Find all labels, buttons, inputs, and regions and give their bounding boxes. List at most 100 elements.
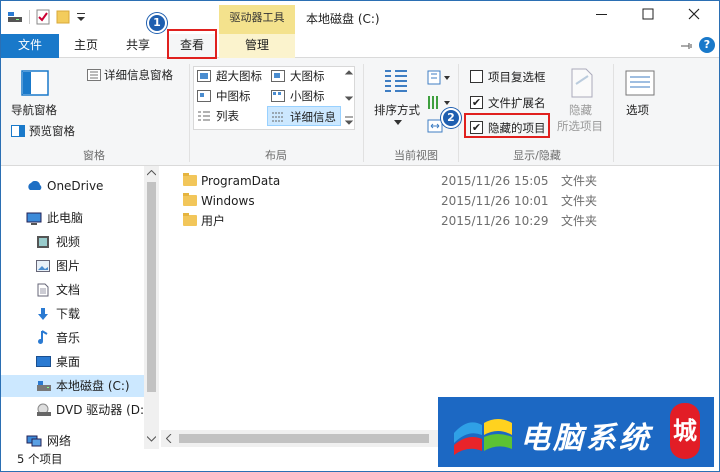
- nav-label: DVD 驱动器 (D:: [56, 403, 145, 417]
- extra-large-icons-label: 超大图标: [216, 69, 262, 83]
- nav-item-downloads[interactable]: 下载: [1, 303, 144, 325]
- nav-item-local-disk-c[interactable]: 本地磁盘 (C:): [1, 375, 144, 397]
- item-checkboxes-label: 项目复选框: [488, 70, 546, 84]
- new-folder-icon[interactable]: [56, 10, 70, 24]
- nav-item-videos[interactable]: 视频: [1, 231, 144, 253]
- file-extensions-checkbox[interactable]: ✔: [470, 96, 483, 109]
- tab-manage[interactable]: 管理: [219, 34, 295, 58]
- nav-label: 图片: [56, 259, 81, 273]
- file-date: 2015/11/26 10:01: [441, 194, 549, 208]
- drive-tools-contextual-tab: 驱动器工具: [219, 5, 295, 34]
- file-date: 2015/11/26 15:05: [441, 174, 549, 188]
- small-icons-option[interactable]: 小图标: [271, 87, 341, 105]
- scroll-thumb[interactable]: [147, 182, 156, 392]
- nav-item-music[interactable]: 音乐: [1, 327, 144, 349]
- navigation-scrollbar[interactable]: [144, 166, 159, 449]
- help-icon[interactable]: ?: [699, 37, 715, 53]
- windows-logo-icon: [454, 419, 512, 455]
- sort-by-button[interactable]: 排序方式: [369, 64, 425, 144]
- file-row[interactable]: 用户 2015/11/26 10:29 文件夹: [161, 211, 719, 231]
- title-bar: 驱动器工具 本地磁盘 (C:): [1, 1, 719, 34]
- sort-by-label: 排序方式: [374, 103, 420, 117]
- nav-item-pictures[interactable]: 图片: [1, 255, 144, 277]
- file-row[interactable]: ProgramData 2015/11/26 15:05 文件夹: [161, 171, 719, 191]
- scroll-down-icon[interactable]: [147, 436, 156, 442]
- maximize-button[interactable]: [625, 5, 671, 29]
- file-type: 文件夹: [561, 174, 598, 188]
- extra-large-icons-option[interactable]: 超大图标: [197, 67, 269, 85]
- pin-ribbon-icon[interactable]: [680, 41, 694, 51]
- options-button[interactable]: 选项: [619, 64, 661, 144]
- step-badge-1: 1: [147, 13, 167, 33]
- nav-label: OneDrive: [47, 179, 104, 193]
- tab-home[interactable]: 主页: [65, 34, 107, 58]
- document-icon: [37, 283, 49, 297]
- dvd-drive-icon: [37, 403, 51, 416]
- nav-item-this-pc[interactable]: 此电脑: [1, 207, 144, 229]
- layout-gallery-scroller[interactable]: [343, 67, 355, 129]
- large-icons-label: 大图标: [290, 69, 325, 83]
- large-icons-option[interactable]: 大图标: [271, 67, 341, 85]
- list-icon: [198, 111, 210, 121]
- close-icon: [688, 8, 700, 20]
- nav-item-onedrive[interactable]: OneDrive: [1, 175, 144, 197]
- window-title: 本地磁盘 (C:): [306, 12, 380, 26]
- qat-divider: [29, 10, 30, 24]
- file-extensions-label: 文件扩展名: [488, 96, 546, 110]
- quick-access-toolbar: [7, 9, 86, 25]
- maximize-icon: [642, 8, 654, 20]
- desktop-icon: [36, 356, 51, 367]
- scroll-left-icon[interactable]: [166, 434, 172, 443]
- details-pane-button[interactable]: 详细信息窗格: [85, 66, 185, 84]
- nav-label: 此电脑: [47, 211, 84, 225]
- close-button[interactable]: [671, 5, 717, 29]
- medium-icons-option[interactable]: 中图标: [197, 87, 269, 105]
- scroll-up-icon[interactable]: [147, 170, 156, 176]
- group-separator: [613, 64, 614, 162]
- details-pane-icon: [87, 69, 101, 81]
- nav-label: 桌面: [56, 355, 81, 369]
- nav-item-dvd-drive[interactable]: DVD 驱动器 (D:: [1, 399, 144, 421]
- cloud-icon: [28, 181, 42, 190]
- video-icon: [37, 236, 49, 248]
- hide-label: 隐藏: [569, 103, 592, 117]
- picture-icon: [36, 260, 50, 272]
- list-label: 列表: [216, 109, 239, 123]
- details-option[interactable]: 详细信息: [267, 106, 341, 126]
- tab-file[interactable]: 文件: [1, 34, 59, 58]
- navigation-pane-icon: [21, 70, 49, 96]
- nav-item-documents[interactable]: 文档: [1, 279, 144, 301]
- hide-selected-items-button[interactable]: 隐藏 所选项目: [557, 64, 609, 144]
- nav-item-desktop[interactable]: 桌面: [1, 351, 144, 373]
- nav-label: 下载: [56, 307, 81, 321]
- group-label-show-hide: 显示/隐藏: [513, 149, 561, 162]
- item-checkboxes-toggle[interactable]: 项目复选框: [467, 67, 557, 85]
- file-date: 2015/11/26 10:29: [441, 214, 549, 228]
- gallery-scroll-arrows-icon: [344, 70, 354, 125]
- list-option[interactable]: 列表: [197, 107, 267, 125]
- computer-icon: [26, 212, 42, 225]
- download-arrow-icon: [38, 308, 48, 320]
- file-name: ProgramData: [201, 174, 281, 188]
- drive-icon[interactable]: [7, 10, 23, 24]
- group-separator: [363, 64, 364, 162]
- item-count: 5 个项目: [17, 452, 63, 466]
- file-extensions-toggle[interactable]: ✔ 文件扩展名: [467, 93, 557, 111]
- preview-pane-button[interactable]: 预览窗格: [9, 122, 89, 140]
- group-by-icon[interactable]: [427, 70, 451, 86]
- properties-icon[interactable]: [36, 9, 50, 25]
- file-type: 文件夹: [561, 194, 598, 208]
- group-label-panes: 窗格: [83, 149, 105, 162]
- large-icons-icon: [271, 70, 285, 82]
- medium-icons-icon: [197, 90, 211, 102]
- tab-share[interactable]: 共享: [117, 34, 159, 58]
- hidden-items-highlight: [464, 113, 550, 138]
- scroll-thumb[interactable]: [179, 434, 429, 443]
- minimize-button[interactable]: [579, 5, 625, 29]
- chevron-down-icon: [394, 120, 402, 125]
- item-checkboxes-checkbox[interactable]: [470, 70, 483, 83]
- file-row[interactable]: Windows 2015/11/26 10:01 文件夹: [161, 191, 719, 211]
- preview-pane-label: 预览窗格: [29, 124, 75, 138]
- group-separator: [189, 64, 190, 162]
- customize-qat-icon[interactable]: [76, 11, 86, 23]
